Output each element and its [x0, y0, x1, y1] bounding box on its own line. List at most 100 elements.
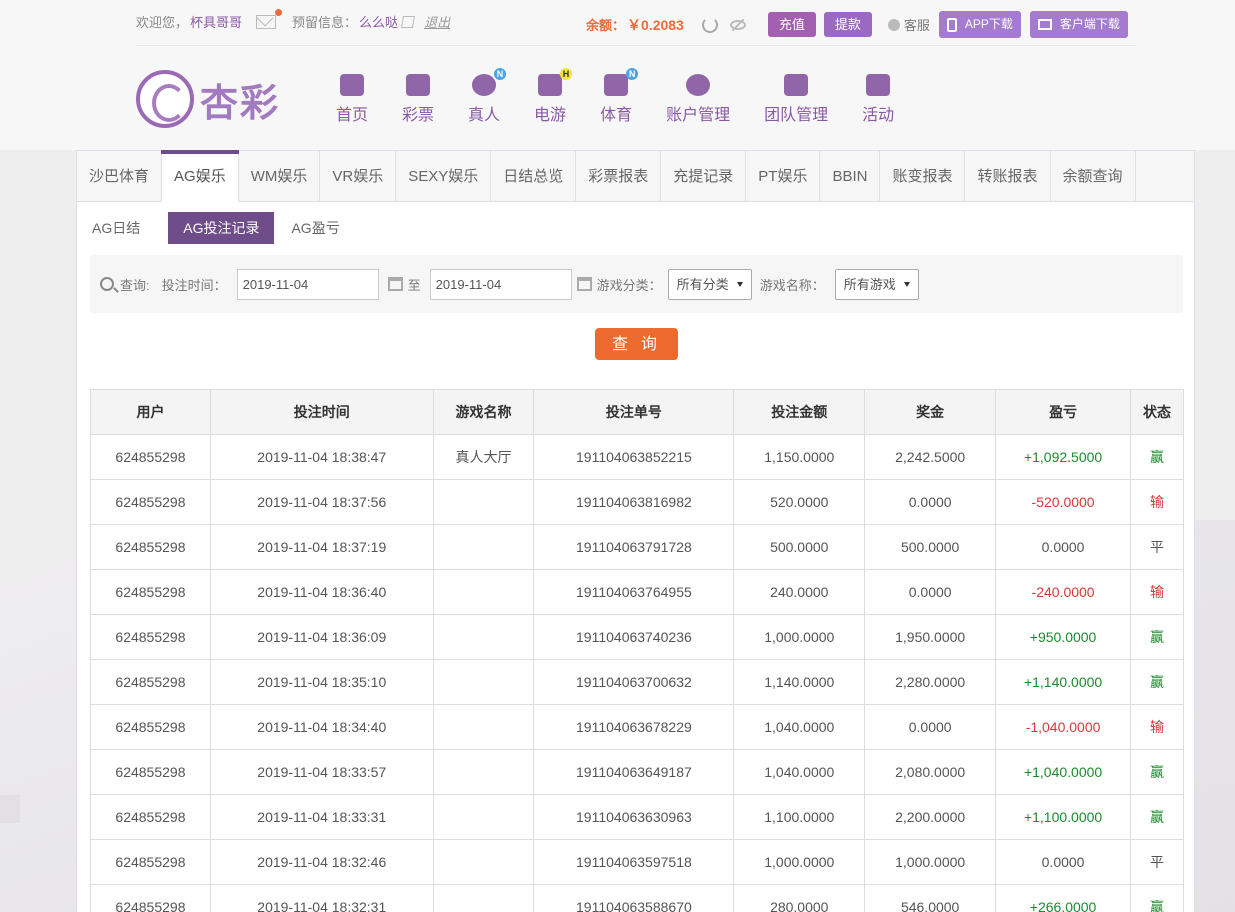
tab-8[interactable]: PT娱乐 — [746, 151, 821, 202]
table-cell: 1,000.0000 — [733, 839, 866, 885]
table-cell: 输 — [1130, 569, 1184, 615]
nav-item-5[interactable]: 账户管理 — [666, 74, 730, 125]
calendar-icon[interactable] — [576, 277, 592, 291]
charge-button[interactable]: 充值 — [767, 12, 816, 37]
table-cell: 191104063764955 — [533, 569, 735, 615]
nav-item-1[interactable]: 彩票 — [402, 74, 434, 125]
subtab-1[interactable]: AG投注记录 — [168, 212, 275, 244]
table-cell: 真人大厅 — [432, 434, 535, 480]
nav-label: 账户管理 — [666, 107, 731, 124]
username-link[interactable]: 杯具哥哥 — [190, 12, 242, 31]
game-category-select[interactable]: 所有分类 — [667, 268, 752, 300]
table-body: 624855298 2019-11-04 18:38:47 真人大厅 19110406… — [90, 434, 1184, 912]
table-cell: 2019-11-04 18:33:57 — [209, 749, 434, 795]
tab-1[interactable]: AG娱乐 — [161, 150, 239, 202]
query-button[interactable]: 查 询 — [595, 328, 678, 360]
edit-icon[interactable] — [401, 15, 416, 28]
mail-icon[interactable] — [256, 8, 283, 29]
table-cell: 2,080.0000 — [864, 749, 997, 795]
table-cell: 191104063630963 — [533, 794, 735, 840]
tab-6[interactable]: 彩票报表 — [576, 151, 662, 202]
table-cell: 191104063588670 — [533, 884, 735, 912]
tab-12[interactable]: 余额查询 — [1051, 151, 1136, 202]
start-date-input[interactable] — [236, 268, 379, 300]
tab-0[interactable]: 沙巴体育 — [77, 151, 163, 202]
table-row: 624855298 2019-11-04 18:32:31 191104063588… — [90, 884, 1184, 912]
gift-icon — [866, 74, 891, 96]
table-row: 624855298 2019-11-04 18:32:46 191104063597… — [90, 839, 1184, 885]
end-date-input[interactable] — [429, 268, 572, 300]
table-cell: 624855298 — [90, 569, 211, 615]
nav-item-4[interactable]: N 体育 — [600, 68, 639, 125]
table-cell: 546.0000 — [864, 884, 997, 912]
tab-4[interactable]: SEXY娱乐 — [396, 151, 492, 202]
table-cell: 624855298 — [90, 839, 211, 885]
table-cell — [432, 479, 535, 525]
content-panel: 沙巴体育 AG娱乐 WM娱乐 VR娱乐 SEXY娱乐 日结总览 彩票报表 充提记录 PT娱乐 BB… — [76, 150, 1195, 912]
nav-item-3[interactable]: H 电游 — [534, 68, 573, 125]
game-name-select[interactable]: 所有游戏 — [834, 268, 919, 300]
customer-service-link[interactable]: 客服 — [887, 15, 930, 34]
tab-7[interactable]: 充提记录 — [661, 151, 747, 202]
table-cell: 2019-11-04 18:36:40 — [209, 569, 434, 615]
table-cell: 191104063597518 — [533, 839, 735, 885]
ticket-icon — [406, 74, 431, 96]
subtab-0[interactable]: AG日结 — [90, 212, 155, 244]
site-logo[interactable]: 杏彩 — [136, 70, 280, 128]
table-cell: +1,040.0000 — [995, 749, 1132, 795]
search-icon — [100, 277, 114, 291]
column-header: 游戏名称 — [432, 389, 535, 435]
user-info: 欢迎您， 杯具哥哥 预留信息： 么么哒 退出 — [136, 8, 450, 31]
subtab-2[interactable]: AG盈亏 — [289, 212, 354, 244]
chevron-down-icon — [903, 281, 910, 287]
nav-item-0[interactable]: 首页 — [336, 74, 368, 125]
table-cell: 0.0000 — [864, 704, 997, 750]
nav-badge: N — [494, 68, 507, 80]
tab-11[interactable]: 转账报表 — [965, 151, 1051, 202]
table-cell: +1,092.5000 — [995, 434, 1132, 480]
tab-10[interactable]: 账变报表 — [880, 151, 966, 202]
table-cell: 0.0000 — [864, 569, 997, 615]
welcome-text: 欢迎您， — [136, 15, 189, 30]
bet-records-table: 用户 投注时间 游戏名称 投注单号 投注金额 奖金 盈亏 状态 624855298 2019-1… — [90, 389, 1184, 912]
nav-item-2[interactable]: N 真人 — [468, 68, 507, 125]
table-cell: 191104063700632 — [533, 659, 735, 705]
hide-balance-icon[interactable] — [729, 19, 746, 30]
table-cell: 1,000.0000 — [733, 614, 866, 660]
tab-9[interactable]: BBIN — [820, 151, 881, 202]
table-cell: 2019-11-04 18:34:40 — [209, 704, 434, 750]
table-cell: 赢 — [1130, 884, 1184, 912]
tab-3[interactable]: VR娱乐 — [320, 151, 397, 202]
app-download-button[interactable]: APP下载 — [938, 11, 1021, 38]
table-cell: 191104063740236 — [533, 614, 735, 660]
calendar-icon[interactable] — [387, 277, 403, 291]
withdraw-button[interactable]: 提款 — [823, 12, 872, 37]
table-cell: 1,040.0000 — [733, 704, 866, 750]
table-cell — [432, 569, 535, 615]
filter-bar: 查询: 投注时间： 至 游戏分类： 所有分类 游戏名称： 所有游戏 — [90, 255, 1183, 313]
nav-label: 首页 — [336, 107, 369, 124]
table-cell: +266.0000 — [995, 884, 1132, 912]
logout-link[interactable]: 退出 — [424, 12, 450, 31]
report-tabs: 沙巴体育 AG娱乐 WM娱乐 VR娱乐 SEXY娱乐 日结总览 彩票报表 充提记录 PT娱乐 BB… — [77, 150, 1194, 202]
table-cell: 624855298 — [90, 794, 211, 840]
nav-item-6[interactable]: 团队管理 — [764, 74, 828, 125]
app-download-label: APP下载 — [964, 17, 1013, 31]
balance-label: 余额： — [586, 18, 626, 33]
nav-label: 活动 — [862, 107, 895, 124]
tab-2[interactable]: WM娱乐 — [239, 151, 321, 202]
table-cell: 520.0000 — [733, 479, 866, 525]
table-row: 624855298 2019-11-04 18:33:31 191104063630… — [90, 794, 1184, 840]
chevron-down-icon — [736, 281, 743, 287]
table-cell: 240.0000 — [733, 569, 866, 615]
logo-text: 杏彩 — [200, 80, 281, 125]
table-header-row: 用户 投注时间 游戏名称 投注单号 投注金额 奖金 盈亏 状态 — [90, 389, 1184, 435]
game-name-value: 所有游戏 — [843, 276, 896, 292]
refresh-icon[interactable] — [701, 16, 718, 33]
column-header: 用户 — [90, 389, 211, 435]
nav-item-7[interactable]: 活动 — [862, 74, 894, 125]
nav-badge: H — [560, 68, 573, 80]
dealer-icon: N — [472, 68, 507, 96]
client-download-button[interactable]: 客户端下载 — [1029, 11, 1128, 38]
tab-5[interactable]: 日结总览 — [491, 151, 577, 202]
